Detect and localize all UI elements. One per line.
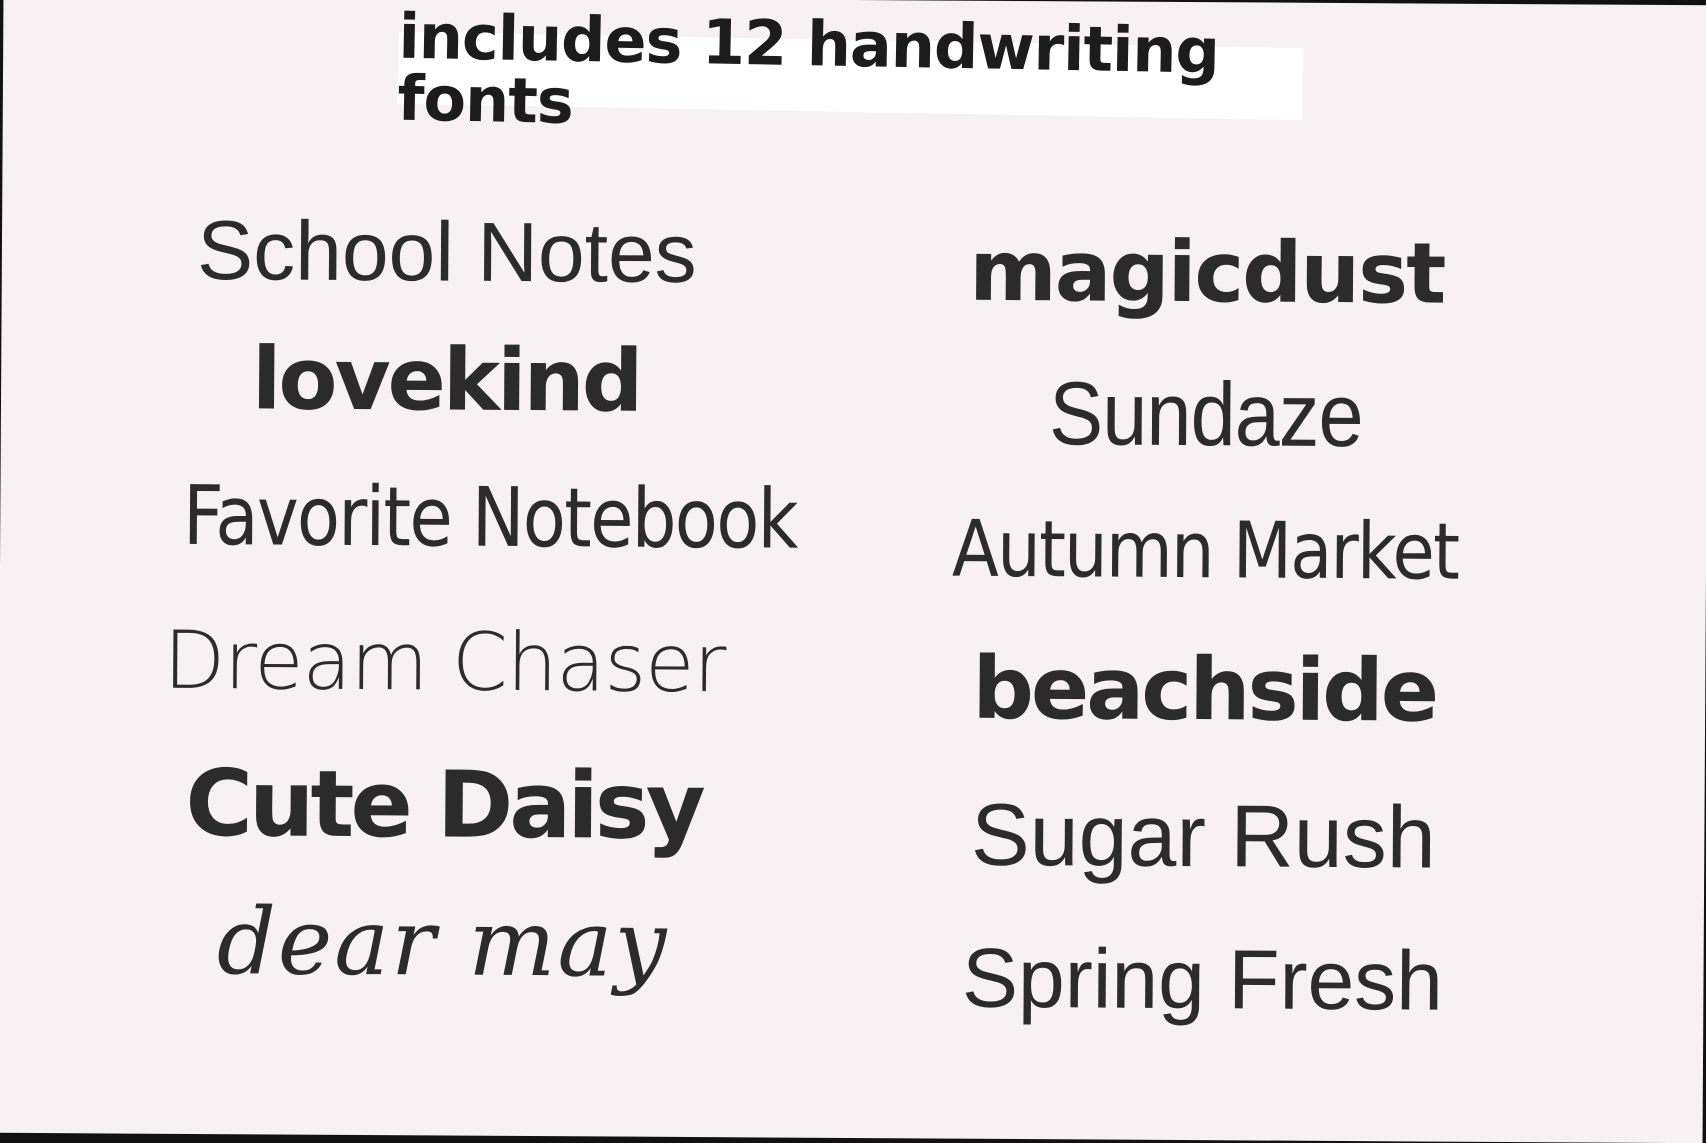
font-showcase-card: includes 12 handwriting fonts School Not… xyxy=(0,0,1706,1143)
font-sample-cute-daisy: Cute Daisy xyxy=(185,749,702,861)
banner-title: includes 12 handwriting fonts xyxy=(396,0,1220,138)
font-sample-favorite-notebook: Favorite Notebook xyxy=(182,468,798,568)
font-sample-sugar-rush: Sugar Rush xyxy=(970,784,1437,887)
font-sample-beachside: beachside xyxy=(972,638,1437,742)
font-sample-magicdust: magicdust xyxy=(969,221,1445,323)
font-sample-school-notes: School Notes xyxy=(196,202,698,301)
font-sample-dear-may: dear may xyxy=(216,888,669,998)
font-sample-dream-chaser: Dream Chaser xyxy=(163,613,726,711)
font-sample-lovekind: lovekind xyxy=(251,329,641,432)
font-sample-autumn-market: Autumn Market xyxy=(951,504,1459,598)
font-sample-spring-fresh: Spring Fresh xyxy=(961,930,1444,1028)
font-sample-sundaze: Sundaze xyxy=(1048,364,1363,467)
title-banner: includes 12 handwriting fonts xyxy=(396,0,1304,138)
